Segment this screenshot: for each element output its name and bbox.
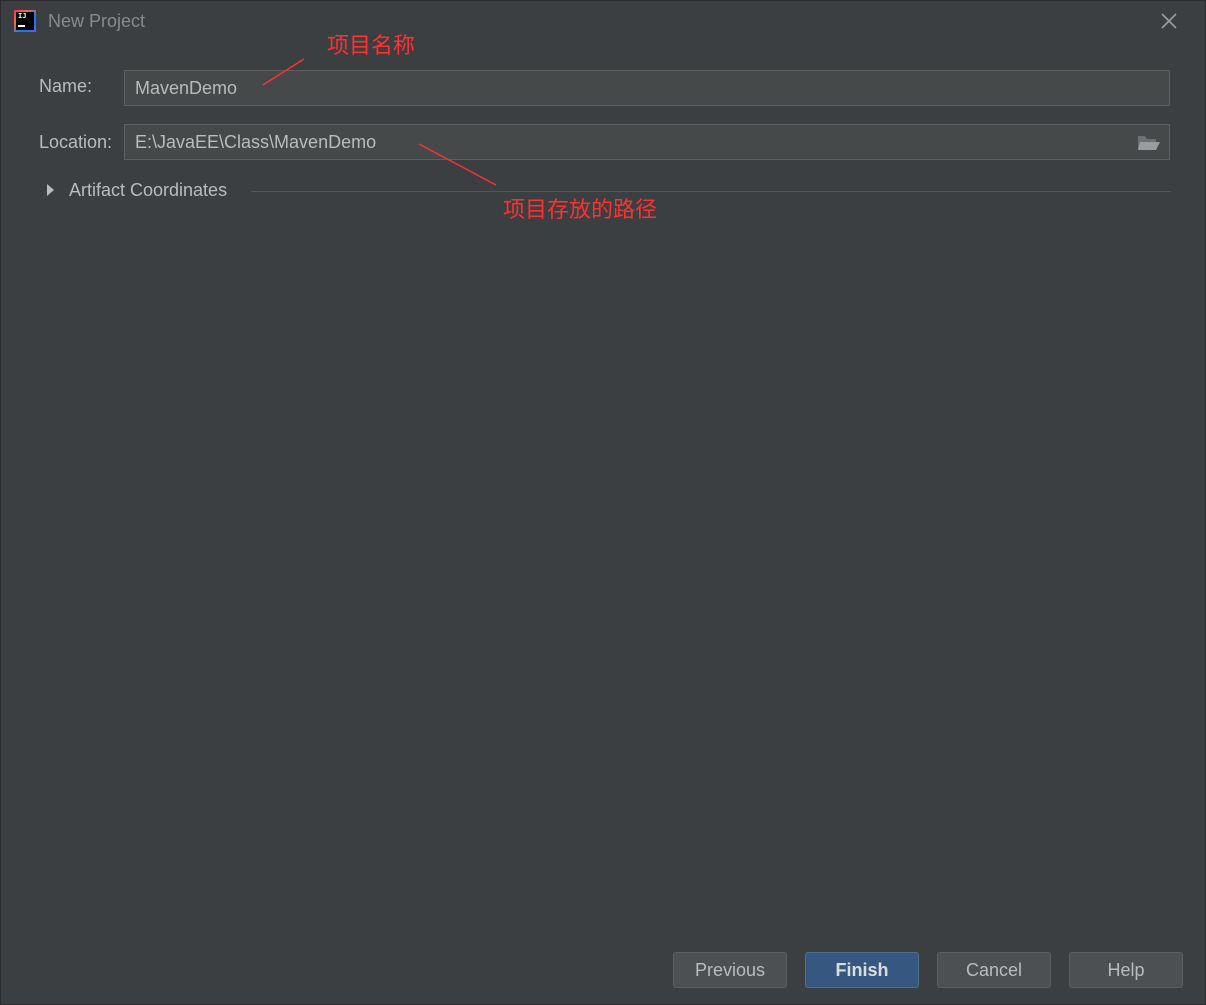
app-icon-text: IJ	[18, 12, 27, 20]
finish-button[interactable]: Finish	[805, 952, 919, 988]
location-label: Location:	[39, 132, 113, 152]
expand-triangle-icon[interactable]	[47, 184, 54, 196]
location-annotation: 项目存放的路径	[503, 198, 658, 223]
window-title: New Project	[48, 11, 146, 31]
location-field[interactable]: E:\JavaEE\Class\MavenDemo	[124, 124, 1170, 160]
close-icon[interactable]	[1157, 9, 1181, 33]
artifact-coordinates-label: Artifact Coordinates	[69, 180, 228, 200]
location-field-value: E:\JavaEE\Class\MavenDemo	[135, 132, 377, 152]
folder-open-icon[interactable]	[1137, 133, 1161, 153]
name-label: Name:	[39, 76, 93, 96]
new-project-dialog: IJ New Project Name: MavenDemo Location:…	[0, 0, 1206, 1005]
name-field[interactable]: MavenDemo	[124, 70, 1170, 106]
title-bar: IJ New Project	[1, 1, 1205, 43]
intellij-idea-icon: IJ	[14, 10, 36, 32]
name-field-value: MavenDemo	[135, 78, 238, 98]
section-divider	[251, 191, 1171, 192]
previous-button[interactable]: Previous	[673, 952, 787, 988]
name-annotation: 项目名称	[327, 34, 416, 59]
cancel-button[interactable]: Cancel	[937, 952, 1051, 988]
help-button[interactable]: Help	[1069, 952, 1183, 988]
